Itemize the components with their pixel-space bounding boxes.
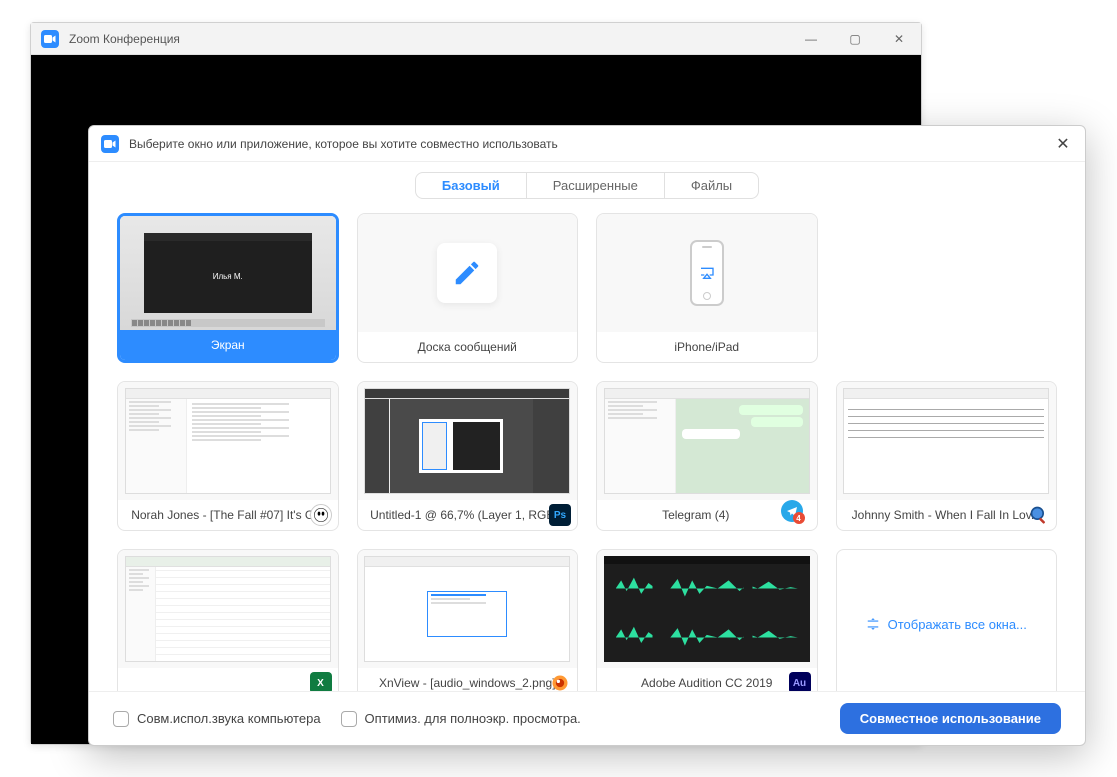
tab-basic[interactable]: Базовый [416, 173, 527, 198]
minimize-button[interactable]: — [789, 23, 833, 55]
tile-label: Adobe Audition CC 2019 [605, 676, 809, 690]
tile-label: Экран [128, 338, 328, 352]
tile-app-xnview[interactable]: XnView - [audio_windows_2.png] [357, 549, 579, 691]
tile-app-score[interactable]: Johnny Smith - When I Fall In Lov... [836, 381, 1058, 531]
tile-app-photoshop[interactable]: Untitled-1 @ 66,7% (Layer 1, RGB... Ps [357, 381, 579, 531]
photoshop-icon: Ps [549, 504, 571, 526]
dialog-header: Выберите окно или приложение, которое вы… [89, 126, 1085, 162]
checkbox-icon [341, 711, 357, 727]
magnifier-icon [1028, 504, 1050, 526]
pencil-icon [452, 258, 482, 288]
share-tabs: Базовый Расширенные Файлы [89, 162, 1085, 213]
tile-whiteboard[interactable]: Доска сообщений [357, 213, 579, 363]
xnview-icon [549, 672, 571, 691]
tile-label: Untitled-1 @ 66,7% (Layer 1, RGB... [366, 508, 570, 522]
checkbox-optimize-fullscreen[interactable]: Оптимиз. для полноэкр. просмотра. [341, 711, 581, 727]
tile-label: iPhone/iPad [605, 340, 809, 354]
tab-files[interactable]: Файлы [665, 173, 758, 198]
zoom-titlebar: Zoom Конференция — ▢ ✕ [31, 23, 921, 55]
thumb-whiteboard [358, 214, 578, 332]
tile-label: XnView - [audio_windows_2.png] [366, 676, 570, 690]
more-label: Отображать все окна... [888, 617, 1027, 632]
expand-icon [866, 617, 880, 631]
checkbox-label: Совм.испол.звука компьютера [137, 711, 321, 726]
tile-app-telegram[interactable]: Telegram (4) [596, 381, 818, 531]
tile-label: Доска сообщений [366, 340, 570, 354]
maximize-button[interactable]: ▢ [833, 23, 877, 55]
checkbox-label: Оптимиз. для полноэкр. просмотра. [365, 711, 581, 726]
tile-label: Telegram (4) [605, 508, 787, 522]
zoom-logo-icon [41, 30, 59, 48]
audition-icon: Au [789, 672, 811, 691]
tile-show-all-windows[interactable]: Отображать все окна... [836, 549, 1058, 691]
tile-iphone-ipad[interactable]: iPhone/iPad [596, 213, 818, 363]
dialog-footer: Совм.испол.звука компьютера Оптимиз. для… [89, 691, 1085, 745]
zoom-window-title: Zoom Конференция [69, 32, 180, 46]
foobar-icon [310, 504, 332, 526]
thumb-user-name: Илья М. [213, 272, 243, 281]
share-screen-dialog: Выберите окно или приложение, которое вы… [88, 125, 1086, 746]
close-window-button[interactable]: ✕ [877, 23, 921, 55]
tile-screen[interactable]: Илья М. Экран [117, 213, 339, 363]
tile-label: Norah Jones - [The Fall #07] It's G... [126, 508, 330, 522]
thumb-iphone [597, 214, 817, 332]
checkbox-share-audio[interactable]: Совм.испол.звука компьютера [113, 711, 321, 727]
zoom-logo-icon [101, 135, 119, 153]
tile-app-excel[interactable]: X [117, 549, 339, 691]
share-grid: Илья М. Экран Доска сообщений iPhone/ [89, 213, 1085, 691]
tile-app-foobar[interactable]: Norah Jones - [The Fall #07] It's G... [117, 381, 339, 531]
thumb-screen: Илья М. [120, 216, 336, 330]
airplay-icon [699, 266, 715, 280]
close-icon[interactable]: ✕ [1053, 134, 1073, 154]
tab-advanced[interactable]: Расширенные [527, 173, 665, 198]
tile-label: Johnny Smith - When I Fall In Lov... [845, 508, 1049, 522]
checkbox-icon [113, 711, 129, 727]
share-button[interactable]: Совместное использование [840, 703, 1061, 734]
excel-icon: X [310, 672, 332, 691]
dialog-title: Выберите окно или приложение, которое вы… [129, 137, 1053, 151]
tile-app-audition[interactable]: Adobe Audition CC 2019 Au [596, 549, 818, 691]
telegram-icon [781, 500, 803, 522]
